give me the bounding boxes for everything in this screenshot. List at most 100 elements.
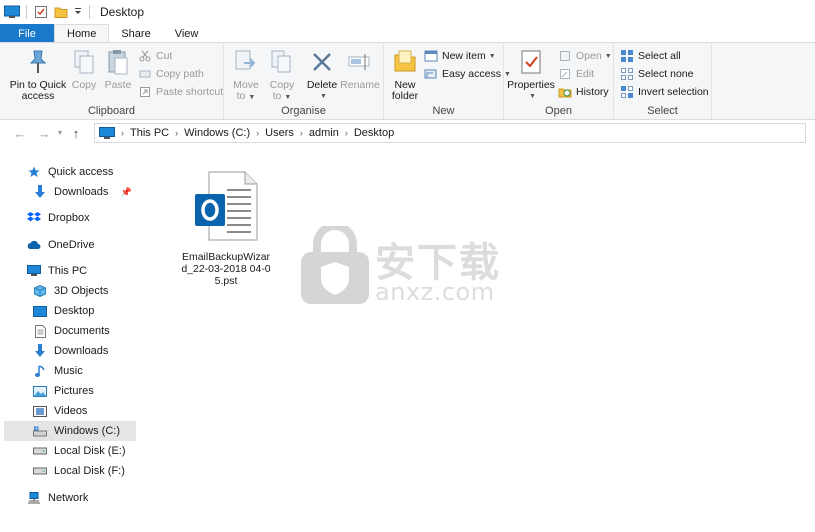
dropbox-icon: [26, 210, 42, 226]
nav-local-disk-e[interactable]: Local Disk (E:): [32, 441, 134, 461]
onedrive-cloud-icon: [26, 237, 42, 253]
nav-local-disk-f[interactable]: Local Disk (F:): [32, 461, 134, 481]
properties-quick-icon[interactable]: [33, 4, 49, 20]
ribbon-tabs: File Home Share View: [0, 24, 815, 43]
nav-videos[interactable]: Videos: [32, 401, 134, 421]
new-folder-label-line2: folder: [391, 90, 419, 102]
ribbon: Pin to Quick access Copy Paste Cut Copy …: [0, 42, 815, 120]
nav-desktop[interactable]: Desktop: [32, 301, 134, 321]
desktop-icon: [32, 303, 48, 319]
clipboard-group: Pin to Quick access Copy Paste Cut Copy …: [0, 43, 224, 119]
properties-button[interactable]: Properties ▼: [506, 47, 556, 102]
nav-3d-objects[interactable]: 3D Objects: [32, 281, 134, 301]
open-group: Properties ▼ Open ▼ Edit History Open: [504, 43, 614, 119]
forward-arrow-icon[interactable]: →: [34, 123, 54, 143]
rename-button[interactable]: Rename: [340, 47, 380, 91]
breadcrumb-this-pc[interactable]: This PC: [130, 127, 169, 139]
paste-icon: [103, 47, 133, 77]
video-film-icon: [32, 403, 48, 419]
nav-downloads-pinned-label: Downloads: [54, 186, 109, 198]
paste-button[interactable]: Paste: [102, 47, 134, 91]
picture-icon: [32, 383, 48, 399]
new-item-button[interactable]: New item ▼: [424, 48, 496, 64]
nav-quick-access-label: Quick access: [48, 166, 114, 178]
copy-to-button[interactable]: Copy to ▼: [264, 47, 300, 103]
nav-downloads-pinned[interactable]: Downloads 📌: [32, 182, 134, 202]
paste-shortcut-button[interactable]: Paste shortcut: [138, 84, 223, 100]
title-bar: Desktop: [0, 0, 815, 24]
easy-access-label: Easy access: [442, 68, 501, 80]
address-field[interactable]: › This PC › Windows (C:) › Users › admin…: [94, 123, 806, 143]
nav-windows-c[interactable]: Windows (C:): [4, 421, 136, 441]
toolbar-separator: [26, 5, 27, 19]
recent-locations-chevron-icon[interactable]: ▼: [54, 123, 66, 143]
delete-button[interactable]: Delete ▼: [304, 47, 340, 102]
new-group-label: New: [432, 105, 455, 117]
star-icon: [26, 164, 42, 180]
open-group-label: Open: [545, 105, 572, 117]
delete-x-icon: [307, 47, 337, 77]
nav-network[interactable]: Network: [26, 488, 134, 508]
tab-view[interactable]: View: [163, 24, 211, 43]
nav-dropbox[interactable]: Dropbox: [26, 208, 134, 228]
cut-button[interactable]: Cut: [138, 48, 172, 64]
nav-local-disk-e-label: Local Disk (E:): [54, 445, 126, 457]
tab-home[interactable]: Home: [54, 24, 110, 43]
nav-dropbox-label: Dropbox: [48, 212, 90, 224]
paste-shortcut-label: Paste shortcut: [156, 86, 224, 98]
breadcrumb-chevron-icon: ›: [121, 128, 124, 138]
breadcrumb-desktop[interactable]: Desktop: [354, 127, 394, 139]
nav-pictures[interactable]: Pictures: [32, 381, 134, 401]
new-item-dropdown-icon: ▼: [488, 52, 496, 60]
edit-icon: [558, 67, 572, 81]
nav-documents[interactable]: Documents: [32, 321, 134, 341]
file-item[interactable]: EmailBackupWizard_22-03-2018 04-05.pst: [178, 170, 274, 287]
nav-music[interactable]: Music: [32, 361, 134, 381]
invert-selection-button[interactable]: Invert selection: [620, 84, 709, 100]
move-to-icon: [231, 47, 261, 77]
cut-label: Cut: [156, 50, 173, 62]
move-to-button[interactable]: Move to ▼: [228, 47, 264, 103]
easy-access-button[interactable]: Easy access ▼: [424, 66, 511, 82]
open-button[interactable]: Open ▼: [558, 48, 612, 64]
breadcrumb-windows-c[interactable]: Windows (C:): [184, 127, 250, 139]
watermark-lock-logo: [301, 226, 369, 304]
tab-file[interactable]: File: [0, 24, 54, 43]
breadcrumb-admin[interactable]: admin: [309, 127, 339, 139]
breadcrumb-users[interactable]: Users: [265, 127, 294, 139]
edit-button[interactable]: Edit: [558, 66, 594, 82]
back-arrow-icon[interactable]: ←: [10, 123, 30, 143]
nav-quick-access[interactable]: Quick access: [26, 162, 134, 182]
breadcrumb-chevron-icon: ›: [299, 128, 303, 138]
nav-3d-objects-label: 3D Objects: [54, 285, 109, 297]
pinned-icon: 📌: [120, 186, 132, 197]
nav-onedrive[interactable]: OneDrive: [26, 235, 134, 255]
explorer-window-icon: [4, 4, 20, 20]
pin-icon: [23, 47, 53, 77]
open-label: Open: [576, 50, 602, 62]
invert-selection-label: Invert selection: [638, 86, 709, 98]
new-folder-button[interactable]: New folder: [386, 47, 424, 102]
organise-group-label: Organise: [281, 105, 326, 117]
select-none-button[interactable]: Select none: [620, 66, 693, 82]
up-arrow-icon[interactable]: ↑: [66, 123, 86, 143]
nav-this-pc[interactable]: This PC: [26, 261, 134, 281]
nav-local-disk-f-label: Local Disk (F:): [54, 465, 125, 477]
tab-share[interactable]: Share: [109, 24, 162, 43]
download-arrow-icon: [32, 343, 48, 359]
new-folder-quick-icon[interactable]: [53, 4, 69, 20]
customize-toolbar-chevron-icon[interactable]: [73, 4, 83, 20]
scissors-icon: [138, 49, 152, 63]
computer-icon: [26, 263, 42, 279]
paste-shortcut-icon: [138, 85, 152, 99]
nav-downloads[interactable]: Downloads: [32, 341, 134, 361]
pin-to-quick-access-button[interactable]: Pin to Quick access: [8, 47, 68, 102]
history-button[interactable]: History: [558, 84, 609, 100]
select-all-button[interactable]: Select all: [620, 48, 681, 64]
copy-to-icon: [267, 47, 297, 77]
history-icon: [558, 85, 572, 99]
nav-this-pc-label: This PC: [48, 265, 88, 277]
open-icon: [558, 49, 572, 63]
copy-button[interactable]: Copy: [68, 47, 100, 91]
copy-path-button[interactable]: Copy path: [138, 66, 204, 82]
